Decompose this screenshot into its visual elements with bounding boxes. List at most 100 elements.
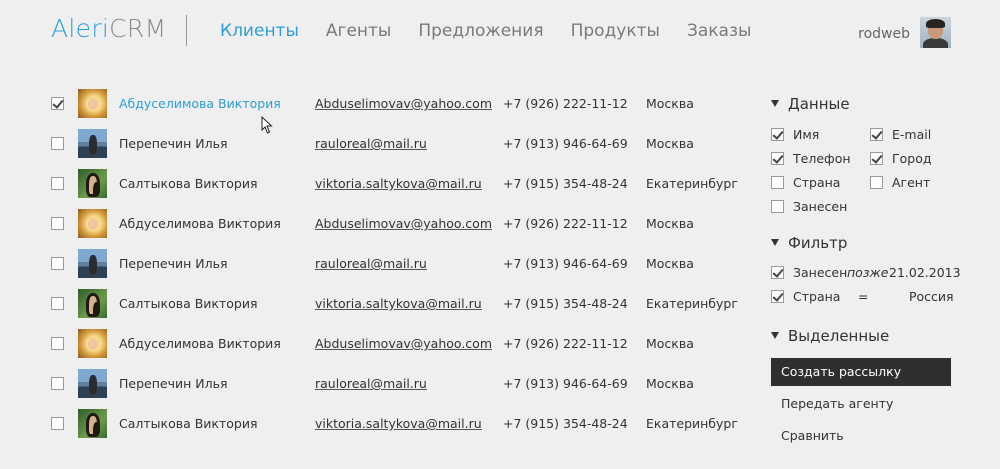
client-email-link[interactable]: rauloreal@mail.ru (315, 136, 427, 151)
column-checkbox-phone[interactable] (771, 152, 784, 165)
client-city: Екатеринбург (646, 416, 738, 431)
client-phone: +7 (913) 946-64-69 (503, 376, 628, 391)
column-label-phone: Телефон (793, 151, 851, 166)
table-row[interactable]: Салтыкова Виктория viktoria.saltykova@mai… (50, 285, 750, 325)
row-checkbox[interactable] (51, 97, 64, 110)
column-checkbox-name[interactable] (771, 128, 784, 141)
client-city: Москва (646, 136, 694, 151)
client-avatar (78, 209, 107, 238)
data-section-toggle[interactable]: Данные (770, 95, 850, 113)
create-mailing-button[interactable]: Создать рассылку (771, 358, 951, 386)
username[interactable]: rodweb (858, 26, 910, 42)
nav-item-agents[interactable]: Агенты (326, 21, 391, 41)
table-row[interactable]: Абдуселимова Виктория Abduselimovav@yahoo… (50, 325, 750, 365)
client-email-link[interactable]: viktoria.saltykova@mail.ru (315, 296, 482, 311)
client-name[interactable]: Салтыкова Виктория (119, 176, 257, 191)
row-checkbox[interactable] (51, 177, 64, 190)
client-name[interactable]: Салтыкова Виктория (119, 416, 257, 431)
selected-section-title: Выделенные (788, 327, 890, 345)
compare-button[interactable]: Сравнить (771, 422, 951, 450)
client-name[interactable]: Абдуселимова Виктория (119, 336, 281, 351)
data-section-title: Данные (788, 95, 850, 113)
client-phone: +7 (915) 354-48-24 (503, 416, 628, 431)
nav-item-offers[interactable]: Предложения (418, 21, 543, 41)
logo-part-crm: CRM (109, 14, 167, 43)
nav-item-orders[interactable]: Заказы (687, 21, 751, 41)
table-row[interactable]: Абдуселимова Виктория Abduselimovav@yahoo… (50, 85, 750, 125)
client-avatar (78, 249, 107, 278)
row-checkbox[interactable] (51, 257, 64, 270)
client-avatar (78, 329, 107, 358)
client-avatar (78, 289, 107, 318)
client-name[interactable]: Салтыкова Виктория (119, 296, 257, 311)
client-city: Москва (646, 96, 694, 111)
mouse-cursor-icon (261, 116, 273, 134)
filter-checkbox-created[interactable] (771, 266, 784, 279)
filter-value-country[interactable]: Россия (909, 289, 954, 304)
table-row[interactable]: Салтыкова Виктория viktoria.saltykova@mai… (50, 405, 750, 445)
column-checkbox-agent[interactable] (870, 176, 883, 189)
filter-operator-country[interactable]: = (858, 289, 868, 304)
header: AleriCRM Клиенты Агенты Предложения Прод… (0, 0, 1000, 70)
user-menu[interactable]: rodweb (858, 17, 951, 48)
client-email-link[interactable]: rauloreal@mail.ru (315, 376, 427, 391)
client-city: Москва (646, 336, 694, 351)
row-checkbox[interactable] (51, 337, 64, 350)
client-phone: +7 (913) 946-64-69 (503, 136, 628, 151)
column-checkbox-email[interactable] (870, 128, 883, 141)
client-name[interactable]: Абдуселимова Виктория (119, 216, 281, 231)
client-email-link[interactable]: viktoria.saltykova@mail.ru (315, 416, 482, 431)
client-phone: +7 (913) 946-64-69 (503, 256, 628, 271)
client-name[interactable]: Перепечин Илья (119, 136, 227, 151)
row-checkbox[interactable] (51, 297, 64, 310)
client-phone: +7 (915) 354-48-24 (503, 296, 628, 311)
collapse-triangle-icon (771, 332, 779, 339)
filter-section-title: Фильтр (788, 234, 848, 252)
row-checkbox[interactable] (51, 217, 64, 230)
client-email-link[interactable]: Abduselimovav@yahoo.com (315, 336, 492, 351)
row-checkbox[interactable] (51, 137, 64, 150)
nav-item-clients[interactable]: Клиенты (220, 21, 299, 41)
nav-item-products[interactable]: Продукты (571, 21, 660, 41)
table-row[interactable]: Салтыкова Виктория viktoria.saltykova@mai… (50, 165, 750, 205)
client-city: Москва (646, 256, 694, 271)
table-row[interactable]: Перепечин Илья rauloreal@mail.ru +7 (913) … (50, 365, 750, 405)
client-name[interactable]: Перепечин Илья (119, 256, 227, 271)
client-avatar (78, 89, 107, 118)
client-name[interactable]: Абдуселимова Виктория (119, 96, 281, 111)
app-logo[interactable]: AleriCRM (51, 14, 166, 43)
table-row[interactable]: Перепечин Илья rauloreal@mail.ru +7 (913) … (50, 125, 750, 165)
client-email-link[interactable]: Abduselimovav@yahoo.com (315, 96, 492, 111)
client-avatar (78, 129, 107, 158)
table-row[interactable]: Абдуселимова Виктория Abduselimovav@yahoo… (50, 205, 750, 245)
client-email-link[interactable]: viktoria.saltykova@mail.ru (315, 176, 482, 191)
client-email-link[interactable]: Abduselimovav@yahoo.com (315, 216, 492, 231)
client-city: Москва (646, 216, 694, 231)
row-checkbox[interactable] (51, 417, 64, 430)
column-checkbox-country[interactable] (771, 176, 784, 189)
filter-value-created[interactable]: 21.02.2013 (889, 265, 961, 280)
client-email-link[interactable]: rauloreal@mail.ru (315, 256, 427, 271)
column-label-created: Занесен (793, 199, 848, 214)
client-city: Екатеринбург (646, 176, 738, 191)
client-avatar (78, 369, 107, 398)
column-label-email: E-mail (892, 127, 932, 142)
client-phone: +7 (926) 222-11-12 (503, 96, 628, 111)
main-nav: Клиенты Агенты Предложения Продукты Зака… (220, 21, 778, 41)
filter-section-toggle[interactable]: Фильтр (770, 234, 847, 252)
collapse-triangle-icon (771, 100, 779, 107)
selected-section-toggle[interactable]: Выделенные (770, 327, 889, 345)
filter-operator-created[interactable]: позже (847, 265, 888, 280)
client-city: Москва (646, 376, 694, 391)
client-name[interactable]: Перепечин Илья (119, 376, 227, 391)
column-checkbox-created[interactable] (771, 200, 784, 213)
filter-checkbox-country[interactable] (771, 290, 784, 303)
clients-table: Абдуселимова Виктория Abduselimovav@yahoo… (50, 85, 750, 445)
column-checkbox-city[interactable] (870, 152, 883, 165)
user-avatar[interactable] (920, 17, 951, 48)
table-row[interactable]: Перепечин Илья rauloreal@mail.ru +7 (913) … (50, 245, 750, 285)
column-label-country: Страна (793, 175, 841, 190)
row-checkbox[interactable] (51, 377, 64, 390)
filter-field-created: Занесен (793, 265, 848, 280)
assign-agent-button[interactable]: Передать агенту (771, 390, 951, 418)
